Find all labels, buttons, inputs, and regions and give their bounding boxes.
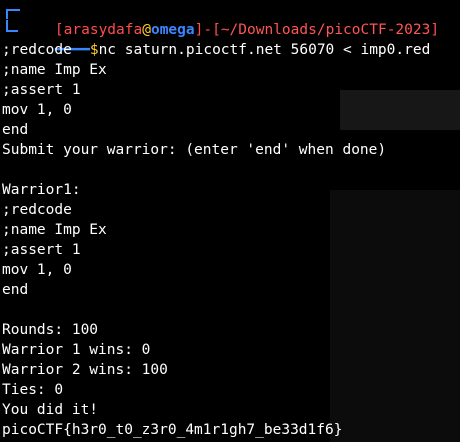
output-line: Rounds: 100	[2, 322, 99, 338]
terminal-window[interactable]: [arasydafa@omega]-[~/Downloads/picoCTF-2…	[0, 0, 460, 442]
output-line: ;name Imp Ex	[2, 62, 107, 78]
command-text: nc saturn.picoctf.net 56070 < imp0.red	[98, 42, 431, 58]
output-line: end	[2, 282, 29, 298]
output-line: mov 1, 0	[2, 262, 72, 278]
output-line: ;redcode	[2, 42, 72, 58]
output-line: ;name Imp Ex	[2, 222, 107, 238]
output-line: Ties: 0	[2, 382, 64, 398]
command-line[interactable]: ━━━━$nc saturn.picoctf.net 56070 < imp0.…	[20, 20, 430, 58]
output-line: mov 1, 0	[2, 102, 72, 118]
prompt-tree-top	[6, 9, 20, 19]
output-line: Submit your warrior: (enter 'end' when d…	[2, 142, 387, 158]
output-line: ;assert 1	[2, 242, 81, 258]
flag-line: picoCTF{h3r0_t0_z3r0_4m1r1gh7_be33d1f6}	[2, 422, 343, 438]
output-line: Warrior 1 wins: 0	[2, 342, 151, 358]
output-line: Warrior1:	[2, 182, 81, 198]
prompt-dollar: $	[89, 42, 99, 58]
prompt-tree-bottom	[6, 20, 18, 32]
prompt-close-bracket: ]	[430, 22, 440, 38]
background-ghost-panel	[340, 90, 460, 130]
background-ghost-panel	[330, 190, 460, 442]
prompt-line: [arasydafa@omega]-[~/Downloads/picoCTF-2…	[20, 0, 439, 38]
output-line: ;redcode	[2, 202, 72, 218]
output-line: end	[2, 122, 29, 138]
output-line: You did it!	[2, 402, 99, 418]
output-line: Warrior 2 wins: 100	[2, 362, 168, 378]
output-line: ;assert 1	[2, 82, 81, 98]
